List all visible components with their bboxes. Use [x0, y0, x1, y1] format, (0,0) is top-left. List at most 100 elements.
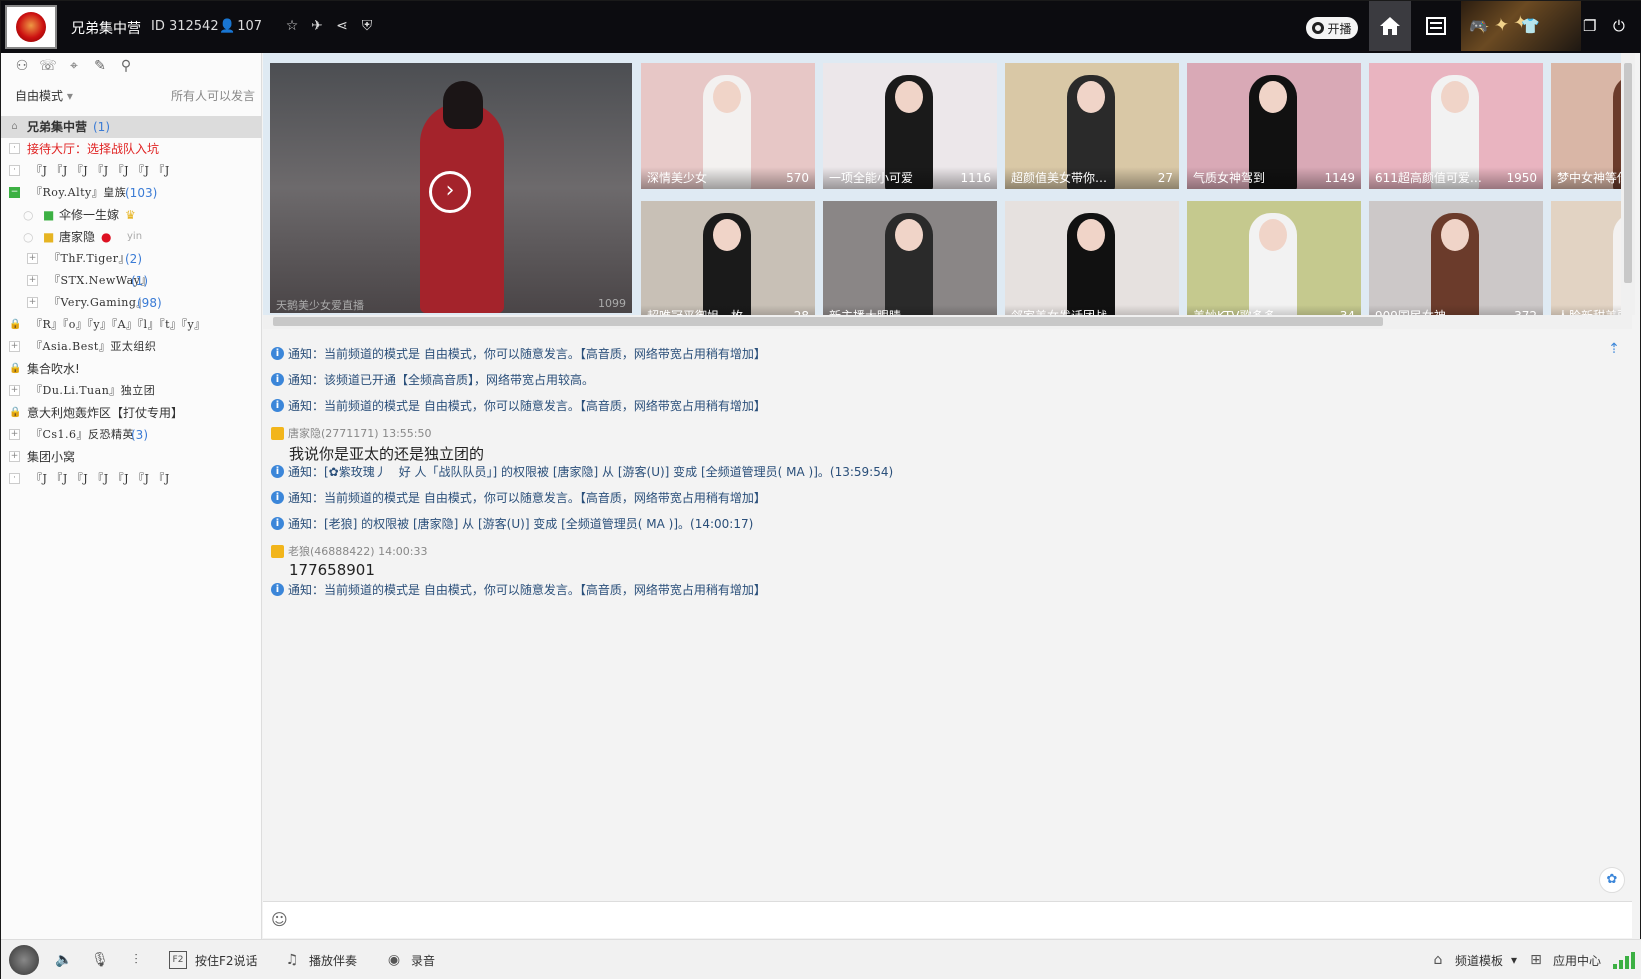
plane-icon[interactable]: ✈ — [308, 17, 326, 35]
channel-logo[interactable] — [5, 5, 57, 49]
video-tile-title: 梦中女神等你 — [1557, 171, 1630, 185]
expand-icon[interactable]: + — [9, 341, 20, 352]
video-tile[interactable]: 一项全能小可爱 1116 — [823, 63, 997, 189]
edit-icon[interactable]: ✎ — [91, 57, 109, 75]
tree-item[interactable]: + 『Asia.Best』亚太组织 — [1, 336, 262, 358]
sender-text[interactable]: 老狼(46888422) 14:00:33 — [288, 543, 427, 559]
tree-item-royalty[interactable]: − 『Roy.Alty』皇族 (103) — [1, 182, 262, 204]
info-icon: i — [271, 465, 284, 478]
chat-bubble-icon[interactable]: ☏ — [39, 57, 57, 75]
tree-item[interactable]: · 『J 『J 『J 『J 『J 『J 『J — [1, 160, 262, 182]
record-button[interactable]: ◉ 录音 — [385, 950, 435, 970]
video-thumbnail-face — [895, 81, 923, 113]
shield-icon[interactable]: ⛨ — [358, 17, 376, 35]
push-to-talk-button[interactable]: F2 按住F2说话 — [169, 950, 258, 970]
home-button[interactable] — [1369, 1, 1411, 51]
video-tile[interactable]: 611超高颜值可爱… 1950 — [1369, 63, 1543, 189]
tree-item[interactable]: 🔒 『R』『o』『y』『A』『l』『t』『y』 — [1, 314, 262, 336]
play-music-button[interactable]: ♫ 播放伴奏 — [283, 950, 357, 970]
tree-item-label: 『J 『J 『J 『J 『J 『J 『J — [31, 472, 170, 485]
list-button[interactable] — [1415, 1, 1457, 51]
tree-user[interactable]: ○ ■ 唐家隐 ● yin — [1, 226, 262, 248]
tree-item[interactable]: + 集团小窝 — [1, 446, 262, 468]
tree-item-count: (3) — [131, 428, 148, 442]
tree-item[interactable]: + 『Du.Li.Tuan』独立团 — [1, 380, 262, 402]
speaker-button[interactable]: 🔈 — [55, 950, 73, 970]
app-center-button[interactable]: ⊞ 应用中心 — [1527, 950, 1601, 970]
person-icon[interactable]: ⚇ — [13, 57, 31, 75]
expand-icon[interactable]: + — [9, 429, 20, 440]
tree-item[interactable]: + 『Cs1.6』反恐精英 (3) — [1, 424, 262, 446]
info-icon: i — [271, 373, 284, 386]
list-icon — [1426, 17, 1446, 35]
expand-icon[interactable]: + — [27, 275, 38, 286]
gamepad-icon[interactable]: 🎮 — [1469, 17, 1488, 35]
video-tile-viewers: 1116 — [960, 171, 991, 185]
user-name: 伞修一生嫁 — [59, 208, 120, 222]
font-style-icon[interactable]: ☺ — [271, 910, 291, 930]
chevron-down-icon[interactable]: ▾ — [67, 89, 73, 103]
bottom-toolbar: 🔈 🎙 ⫶ F2 按住F2说话 ♫ 播放伴奏 ◉ 录音 ⌂ 频道模板 ▾ ⊞ 应… — [1, 939, 1641, 979]
mixer-icon: ⫶ — [134, 952, 138, 968]
expand-icon[interactable]: + — [27, 297, 38, 308]
tree-item[interactable]: · 『J 『J 『J 『J 『J 『J 『J — [1, 468, 262, 490]
sender-text[interactable]: 唐家隐(2771171) 13:55:50 — [288, 425, 431, 441]
star-icon[interactable]: ☆ — [283, 17, 301, 35]
video-tile[interactable]: 人脸新甜美要 — [1551, 201, 1632, 327]
shirt-icon[interactable]: 👕 — [1521, 17, 1540, 35]
power-icon[interactable]: ⏻ — [1613, 17, 1625, 35]
channel-template-button[interactable]: ⌂ 频道模板 ▾ — [1429, 950, 1518, 970]
video-tile[interactable]: 气质女神驾到 1149 — [1187, 63, 1361, 189]
video-tile-caption: 一项全能小可爱 1116 — [823, 167, 997, 189]
play-icon[interactable]: › — [429, 171, 471, 213]
notice-text: 通知：[老狼] 的权限被 [唐家隐] 从 [游客(U)] 变成 [全频道管理员(… — [288, 517, 754, 531]
mode-dropdown[interactable]: 自由模式 — [15, 89, 63, 103]
tree-item-sub[interactable]: + 『STX.NewWay』 (1) — [1, 270, 262, 292]
expand-icon[interactable]: + — [9, 385, 20, 396]
search-icon[interactable]: ⚲ — [117, 57, 135, 75]
tree-item-lobby[interactable]: · 接待大厅：选择战队入坑 — [1, 138, 262, 160]
chat-input[interactable]: ☺ — [263, 901, 1632, 938]
flower-icon[interactable]: ✿ — [1599, 867, 1625, 893]
mixer-button[interactable]: ⫶ — [127, 950, 145, 970]
video-tile[interactable]: 梦中女神等你 — [1551, 63, 1632, 189]
video-tile[interactable]: 909国民女神372 — [1369, 201, 1543, 327]
gift-icon — [271, 544, 284, 558]
tree-user[interactable]: ○ ■ 伞修一生嫁 ♛ — [1, 204, 262, 226]
tree-item[interactable]: 🔒 意大利炮轰炸区【打仗专用】 — [1, 402, 262, 424]
scrollbar-thumb[interactable] — [1624, 63, 1632, 283]
tree-item-root[interactable]: ⌂ 兄弟集中营 (1) — [1, 116, 262, 138]
go-live-button[interactable]: 开播 — [1306, 17, 1358, 39]
collapse-icon[interactable]: − — [9, 187, 20, 198]
tree-item-label: 兄弟集中营 — [27, 120, 88, 134]
home-icon — [1380, 17, 1400, 35]
mic-button[interactable]: 🎙 — [91, 950, 109, 970]
video-tile[interactable]: 美妙KTV歌多多34 — [1187, 201, 1361, 327]
video-thumbnail-face — [1077, 81, 1105, 113]
expand-icon[interactable]: + — [9, 451, 20, 462]
tree-item-sub[interactable]: + 『Very.Gaming』 (98) — [1, 292, 262, 314]
tree-item-sub[interactable]: + 『ThF.Tiger』 (2) — [1, 248, 262, 270]
video-thumbnail-face — [1259, 81, 1287, 113]
location-icon[interactable]: ⌖ — [65, 57, 83, 75]
video-tile[interactable]: 超唯冠平御姐一枚28 — [641, 201, 815, 327]
video-strip-scrollbar[interactable] — [263, 315, 1632, 329]
video-strip-vscroll[interactable] — [1621, 53, 1635, 315]
video-tile[interactable]: 新主播大眼睛 — [823, 201, 997, 327]
restore-icon[interactable]: ❐ — [1583, 17, 1596, 35]
video-tile-caption: 气质女神驾到 1149 — [1187, 167, 1361, 189]
video-tile[interactable]: 超颜值美女带你… 27 — [1005, 63, 1179, 189]
expand-icon[interactable]: + — [27, 253, 38, 264]
scrollbar-thumb[interactable] — [273, 317, 1383, 326]
lock-icon: 🔒 — [9, 407, 22, 418]
scroll-top-icon[interactable]: ⇡ — [1605, 341, 1623, 359]
avatar[interactable] — [9, 945, 39, 975]
tree-item-label: 『Asia.Best』亚太组织 — [31, 340, 157, 353]
share-icon[interactable]: ⋖ — [333, 17, 351, 35]
featured-video[interactable]: › 天鹅美少女爱直播 1099 — [270, 63, 632, 313]
video-thumbnail-face — [1259, 219, 1287, 251]
tree-item[interactable]: 🔒 集合吹水! — [1, 358, 262, 380]
crown-icon: ♛ — [125, 208, 136, 222]
video-tile[interactable]: 邻家美女发话团战 — [1005, 201, 1179, 327]
video-tile[interactable]: 深情美少女 570 — [641, 63, 815, 189]
